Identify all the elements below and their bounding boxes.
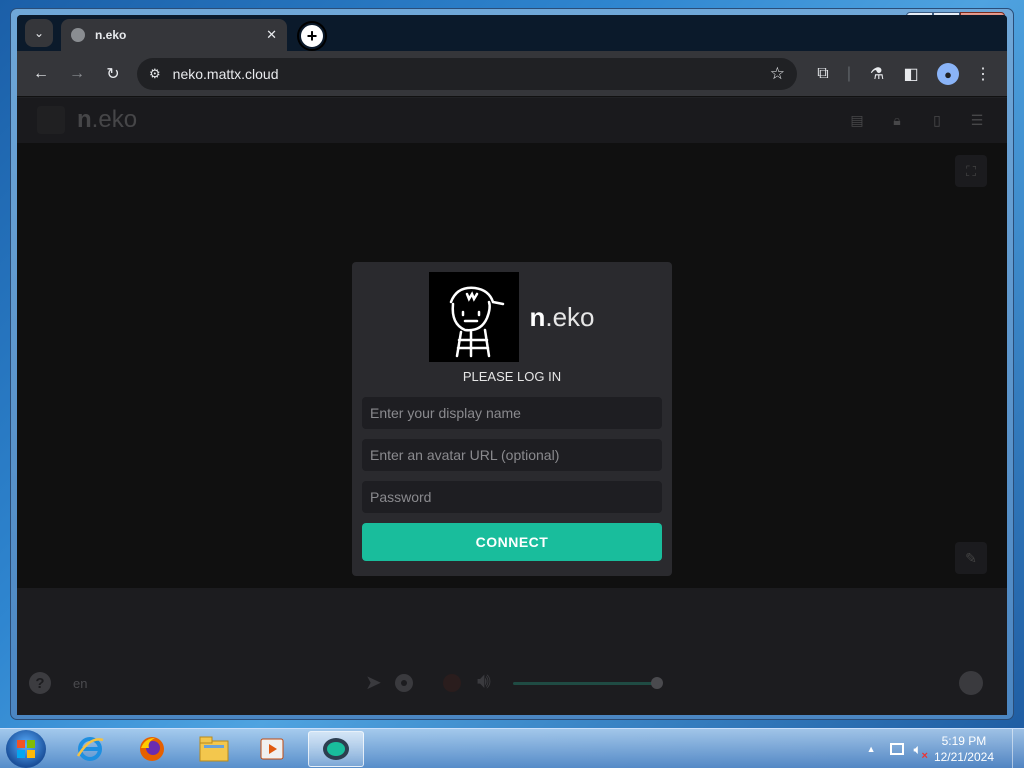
- media-player-icon[interactable]: [244, 731, 300, 767]
- controls-bar: ? en ➤ 🔊︎: [17, 588, 1007, 715]
- windows-logo-icon: [17, 740, 35, 758]
- login-brand: n.eko: [529, 302, 594, 333]
- neko-page: n.eko ▤ 🔒︎ ▯ ☰ ⛶ ✎ ? en ➤ 🔊︎ n.eko PLEAS…: [17, 98, 1007, 715]
- clock-time: 5:19 PM: [941, 734, 987, 748]
- cursor-icon[interactable]: ➤: [365, 670, 382, 695]
- login-brand-suffix: .eko: [545, 301, 595, 332]
- tab-strip: ⌄ n.eko ✕ +: [17, 15, 1007, 51]
- login-brand-prefix: n: [529, 301, 546, 332]
- chrome-browser: ⌄ n.eko ✕ + ← → ↻ ⚙ neko.mattx.cloud ☆ ⧉…: [17, 15, 1007, 715]
- login-title: PLEASE LOG IN: [462, 369, 562, 384]
- labs-flask-icon[interactable]: ⚗: [867, 64, 887, 84]
- fullscreen-icon[interactable]: ⛶: [955, 155, 987, 187]
- menu-kebab-icon[interactable]: ⋮: [973, 64, 993, 84]
- address-bar[interactable]: ⚙ neko.mattx.cloud ☆: [137, 58, 797, 90]
- show-desktop-button[interactable]: [1012, 729, 1024, 768]
- bookmark-star-icon[interactable]: ☆: [770, 64, 785, 84]
- clock-date: 12/21/2024: [933, 750, 994, 764]
- avatar-url-input[interactable]: [362, 439, 662, 471]
- windows-taskbar: ▲ 🔈︎ 5:19 PM 12/21/2024: [0, 728, 1024, 768]
- neko-header: n.eko ▤ 🔒︎ ▯ ☰: [17, 98, 1007, 143]
- neko-client-icon[interactable]: [308, 731, 364, 767]
- header-brand-prefix: n: [77, 106, 92, 133]
- volume-slider[interactable]: [513, 682, 657, 685]
- profile-avatar-icon[interactable]: ●: [937, 63, 959, 85]
- password-input[interactable]: [362, 481, 662, 513]
- show-hidden-icons-icon[interactable]: ▲: [867, 744, 876, 754]
- edit-icon[interactable]: ✎: [955, 542, 987, 574]
- file-explorer-icon[interactable]: [186, 731, 242, 767]
- login-header: n.eko: [362, 272, 662, 362]
- toolbar-divider: |: [846, 65, 852, 82]
- play-indicator-icon[interactable]: [443, 674, 461, 692]
- mascot-drawing: [450, 286, 505, 358]
- url-text[interactable]: neko.mattx.cloud: [173, 66, 279, 82]
- mascot-icon: [37, 106, 65, 134]
- reload-icon[interactable]: ↻: [103, 64, 123, 84]
- volume-muted-icon[interactable]: 🔈︎: [914, 741, 929, 762]
- browser-toolbar: ← → ↻ ⚙ neko.mattx.cloud ☆ ⧉ | ⚗ ◧ ● ⋮: [17, 51, 1007, 97]
- firefox-icon[interactable]: [124, 731, 180, 767]
- new-tab-button[interactable]: +: [299, 23, 325, 49]
- site-info-icon[interactable]: ⚙: [149, 66, 161, 82]
- neko-header-brand: n.eko: [37, 106, 137, 134]
- help-icon[interactable]: ?: [29, 672, 51, 694]
- language-selector[interactable]: en: [73, 676, 87, 691]
- neko-mascot-logo: [429, 272, 520, 362]
- network-icon[interactable]: [889, 743, 904, 755]
- chevron-down-icon: ⌄: [33, 26, 45, 40]
- side-panel-icon[interactable]: ◧: [901, 64, 921, 84]
- internet-explorer-icon[interactable]: [62, 731, 118, 767]
- lock-icon[interactable]: 🔒︎: [887, 110, 907, 130]
- back-arrow-icon[interactable]: ←: [31, 64, 51, 84]
- tab-neko[interactable]: n.eko ✕: [61, 19, 287, 51]
- system-tray: ▲ 🔈︎ 5:19 PM 12/21/2024: [867, 729, 1024, 768]
- browser-window: ▁ ▢ ✕ ⌄ n.eko ✕ + ← → ↻ ⚙ neko.mattx.clo…: [10, 8, 1014, 720]
- header-actions: ▤ 🔒︎ ▯ ☰: [847, 110, 987, 130]
- record-icon[interactable]: [395, 674, 413, 692]
- start-button[interactable]: [6, 730, 46, 768]
- display-name-input[interactable]: [362, 397, 662, 429]
- forward-arrow-icon[interactable]: →: [67, 64, 87, 84]
- clock[interactable]: 5:19 PM 12/21/2024: [934, 733, 994, 765]
- tab-close-icon[interactable]: ✕: [266, 27, 277, 43]
- emoji-icon[interactable]: [959, 671, 983, 695]
- connect-button[interactable]: CONNECT: [362, 523, 662, 561]
- header-brand-suffix: .eko: [91, 106, 138, 133]
- volume-icon[interactable]: 🔊︎: [477, 668, 491, 694]
- tab-search-button[interactable]: ⌄: [25, 19, 53, 47]
- server-icon[interactable]: ▤: [847, 110, 867, 130]
- login-dialog: n.eko PLEASE LOG IN CONNECT: [352, 262, 672, 576]
- globe-icon: [71, 28, 85, 42]
- tab-title: n.eko: [95, 28, 127, 42]
- extensions-icon[interactable]: ⧉: [813, 64, 833, 84]
- hamburger-menu-icon[interactable]: ☰: [967, 110, 987, 130]
- clipboard-icon[interactable]: ▯: [927, 110, 947, 130]
- volume-slider-knob[interactable]: [651, 677, 663, 689]
